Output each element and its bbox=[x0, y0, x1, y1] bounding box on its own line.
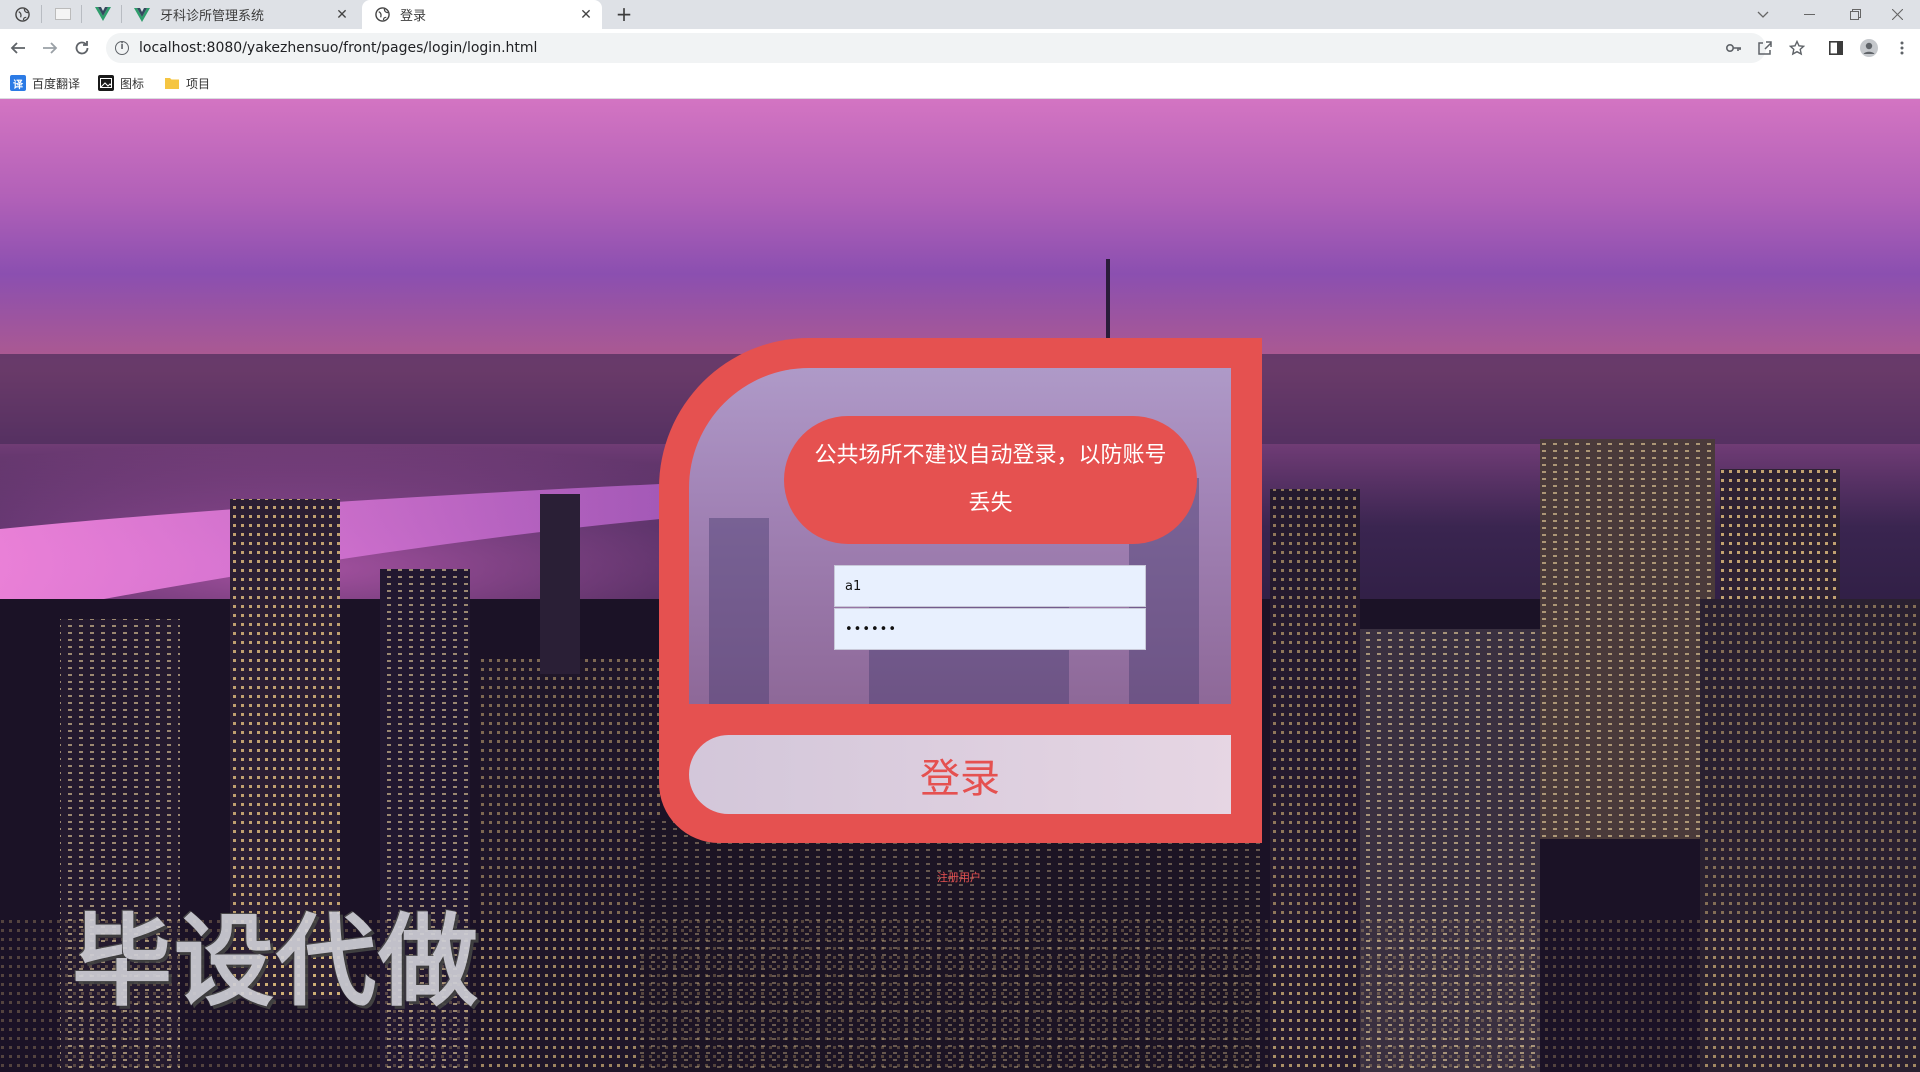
watermark-text: 毕设代做 bbox=[72, 903, 480, 1020]
image-icon bbox=[98, 75, 114, 91]
login-form-panel: 公共场所不建议自动登录，以防账号丢失 bbox=[689, 368, 1231, 704]
restore-icon[interactable] bbox=[1832, 0, 1878, 29]
username-input[interactable] bbox=[834, 565, 1146, 607]
panel-background-building bbox=[709, 518, 769, 704]
tab-dental-clinic[interactable]: 牙科诊所管理系统 ✕ bbox=[122, 0, 358, 29]
blank-page-icon bbox=[54, 6, 71, 22]
login-page: 公共场所不建议自动登录，以防账号丢失 登录 注册用户 毕设代做 bbox=[0, 99, 1920, 1072]
bookmark-baidu-translate[interactable]: 译 百度翻译 bbox=[10, 74, 80, 92]
tab-search-icon[interactable] bbox=[1740, 0, 1786, 29]
bookmark-label: 百度翻译 bbox=[32, 76, 81, 91]
bookmark-folder-projects[interactable]: 项目 bbox=[164, 74, 210, 92]
browser-toolbar: i localhost:8080/yakezhensuo/front/pages… bbox=[0, 29, 1920, 67]
new-tab-button[interactable]: + bbox=[612, 3, 636, 27]
autologin-warning: 公共场所不建议自动登录，以防账号丢失 bbox=[784, 416, 1197, 544]
folder-icon bbox=[164, 75, 180, 91]
reload-icon[interactable] bbox=[70, 36, 94, 60]
url-text: localhost:8080/yakezhensuo/front/pages/l… bbox=[139, 40, 538, 56]
vue-logo-icon bbox=[94, 6, 111, 22]
bookmarks-bar: 译 百度翻译 图标 项目 bbox=[0, 67, 1920, 99]
bookmark-label: 图标 bbox=[120, 76, 145, 91]
login-button[interactable]: 登录 bbox=[689, 735, 1231, 814]
pinned-tab-vue[interactable] bbox=[84, 5, 122, 23]
tab-label: 牙科诊所管理系统 bbox=[160, 9, 265, 24]
login-card: 公共场所不建议自动登录，以防账号丢失 登录 bbox=[659, 338, 1262, 843]
profile-avatar-icon[interactable] bbox=[1859, 38, 1879, 58]
forward-arrow-icon[interactable] bbox=[38, 36, 62, 60]
address-bar[interactable]: i localhost:8080/yakezhensuo/front/pages… bbox=[106, 33, 1766, 63]
close-window-icon[interactable] bbox=[1874, 0, 1920, 29]
info-icon[interactable]: i bbox=[115, 41, 129, 55]
globe-icon bbox=[374, 7, 390, 23]
side-panel-icon[interactable] bbox=[1826, 38, 1846, 58]
bookmark-star-icon[interactable] bbox=[1787, 38, 1807, 58]
bookmark-icons[interactable]: 图标 bbox=[98, 74, 144, 92]
browser-tab-bar: 牙科诊所管理系统 ✕ 登录 ✕ + bbox=[0, 0, 1920, 29]
vue-logo-icon bbox=[134, 7, 150, 23]
register-link[interactable]: 注册用户 bbox=[937, 869, 981, 885]
tab-label: 登录 bbox=[400, 9, 427, 24]
back-arrow-icon[interactable] bbox=[6, 36, 30, 60]
translate-icon: 译 bbox=[10, 75, 26, 91]
pinned-tab-globe[interactable] bbox=[4, 5, 42, 23]
close-icon[interactable]: ✕ bbox=[576, 5, 596, 25]
tab-login[interactable]: 登录 ✕ bbox=[362, 0, 602, 29]
pinned-tab-blank[interactable] bbox=[44, 5, 82, 23]
key-icon[interactable] bbox=[1724, 38, 1744, 58]
menu-kebab-icon[interactable] bbox=[1892, 38, 1912, 58]
minimize-icon[interactable] bbox=[1786, 0, 1832, 29]
globe-icon bbox=[15, 6, 31, 22]
bookmark-label: 项目 bbox=[186, 76, 211, 91]
close-icon[interactable]: ✕ bbox=[332, 5, 352, 25]
share-icon[interactable] bbox=[1755, 38, 1775, 58]
password-input[interactable] bbox=[834, 608, 1146, 650]
